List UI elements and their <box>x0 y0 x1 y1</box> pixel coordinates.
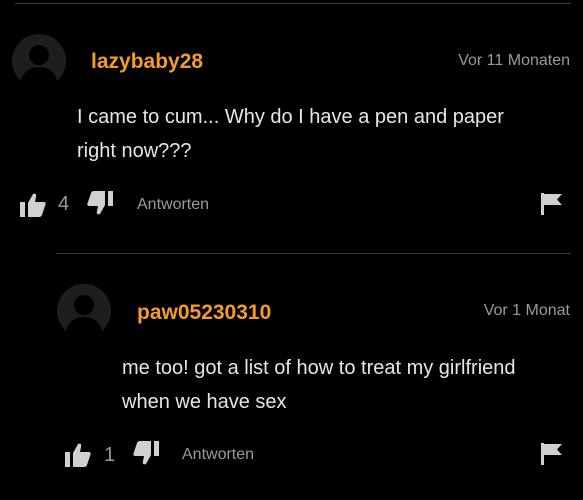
comment-text-line: right now??? <box>77 140 192 162</box>
reply-button[interactable]: Antworten <box>137 196 209 214</box>
comment-text: I came to cum... Why do I have a pen and… <box>77 100 504 168</box>
top-divider <box>15 3 571 4</box>
like-count: 4 <box>58 193 70 215</box>
thumbs-down-icon[interactable] <box>87 191 113 215</box>
comment-section: lazybaby28 Vor 11 Monaten I came to cum.… <box>0 0 583 500</box>
reply-button[interactable]: Antworten <box>182 446 254 464</box>
comment-text-line: I came to cum... Why do I have a pen and… <box>77 106 504 128</box>
avatar[interactable] <box>12 34 66 88</box>
avatar[interactable] <box>57 284 111 338</box>
username[interactable]: lazybaby28 <box>91 50 203 74</box>
thumbs-up-icon[interactable] <box>20 193 46 217</box>
timestamp: Vor 11 Monaten <box>458 52 570 69</box>
timestamp: Vor 1 Monat <box>483 302 570 319</box>
reply-divider <box>56 253 571 254</box>
like-count: 1 <box>104 444 116 466</box>
username[interactable]: paw05230310 <box>137 301 271 325</box>
comment-text: me too! got a list of how to treat my gi… <box>122 351 516 419</box>
flag-icon[interactable] <box>541 443 563 465</box>
user-silhouette-icon <box>65 295 103 338</box>
comment-text-line: when we have sex <box>122 391 287 413</box>
flag-icon[interactable] <box>541 193 563 215</box>
thumbs-down-icon[interactable] <box>133 441 159 465</box>
user-silhouette-icon <box>20 45 58 88</box>
thumbs-up-icon[interactable] <box>65 443 91 467</box>
comment-text-line: me too! got a list of how to treat my gi… <box>122 357 516 379</box>
